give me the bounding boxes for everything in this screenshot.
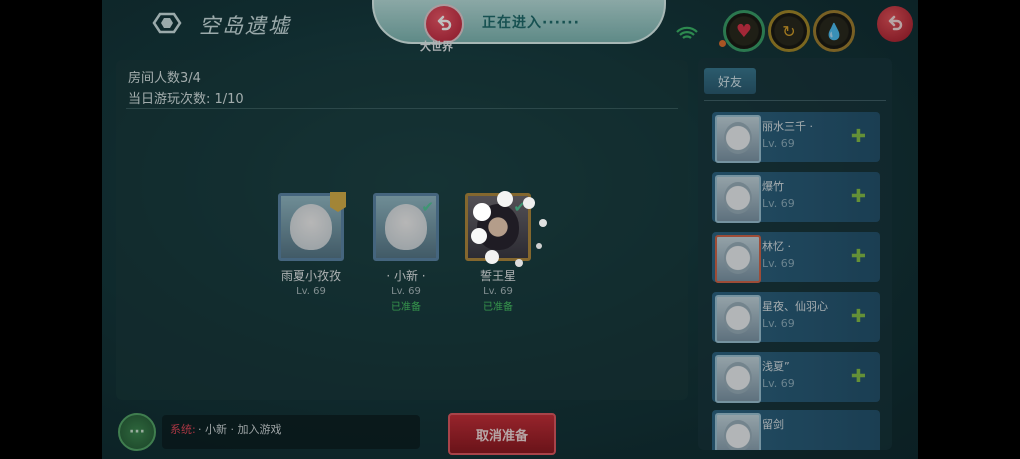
friend-avatar	[715, 235, 761, 283]
friend-level: Lv. 69	[762, 257, 795, 270]
chat-message-text: · 小新 · 加入游戏	[198, 423, 282, 436]
friend-name: 浅夏”	[762, 360, 790, 373]
room-panel: 房间人数3/4 当日游玩次数: 1/10 雨夏小孜孜 Lv. 69 ✔ · 小新…	[116, 60, 688, 400]
chat-message-box[interactable]: 系统: · 小新 · 加入游戏	[162, 415, 420, 449]
heart-icon: ♥	[735, 20, 753, 42]
daily-play-count: 当日游玩次数: 1/10	[128, 92, 244, 107]
avatar-image	[290, 204, 332, 250]
player-level: Lv. 69	[296, 286, 326, 297]
player-slot-3[interactable]: ✔ 誓王星 Lv. 69 已准备	[453, 193, 543, 313]
friend-item[interactable]: 丽水三千 · Lv. 69 ✚	[712, 112, 880, 163]
friend-avatar	[715, 413, 761, 450]
coin-icon: ↻	[782, 21, 796, 41]
friend-level: Lv. 69	[762, 197, 795, 210]
ready-status: 已准备	[483, 302, 513, 313]
friend-level: Lv. 69	[762, 317, 795, 330]
player-avatar: ✔	[465, 193, 531, 261]
invite-plus-icon[interactable]: ✚	[851, 188, 866, 206]
divider	[704, 100, 886, 101]
friend-avatar	[715, 115, 761, 163]
friend-name: 丽水三千 ·	[762, 120, 813, 133]
friend-panel: 好友 丽水三千 · Lv. 69 ✚ 爆竹 Lv. 69 ✚ 林忆 · Lv. …	[698, 58, 892, 450]
player-name: 雨夏小孜孜	[280, 269, 341, 283]
friend-level: Lv. 69	[762, 377, 795, 390]
friend-item[interactable]: 林忆 · Lv. 69 ✚	[712, 232, 880, 283]
player-name: 誓王星	[479, 269, 516, 283]
currency-indicator[interactable]: ↻	[768, 10, 810, 52]
friend-item[interactable]: 浅夏” Lv. 69 ✚	[712, 352, 880, 403]
invite-plus-icon[interactable]: ✚	[851, 128, 866, 146]
player-name: · 小新 ·	[386, 269, 426, 283]
friend-name: 留剑	[762, 418, 784, 431]
game-screen: 空岛遗墟 正在进入······ 大世界 ♥ ↻ 💧 房间人数3/4 当日游玩次数…	[102, 0, 918, 459]
status-banner: 正在进入······	[372, 0, 666, 44]
back-button[interactable]	[877, 6, 913, 42]
top-bar: 空岛遗墟 正在进入······ 大世界 ♥ ↻ 💧	[102, 0, 918, 53]
room-player-count: 房间人数3/4	[128, 71, 201, 86]
chat-button[interactable]: ···	[118, 413, 156, 451]
invite-plus-icon[interactable]: ✚	[851, 368, 866, 386]
check-icon: ✔	[421, 198, 434, 216]
friend-avatar	[715, 295, 761, 343]
divider	[126, 108, 678, 109]
player-level: Lv. 69	[483, 286, 513, 297]
friend-item[interactable]: 留剑	[712, 410, 880, 450]
player-avatar	[278, 192, 346, 261]
friend-item[interactable]: 星夜、仙羽心 Lv. 69 ✚	[712, 292, 880, 343]
page-title: 空岛遗墟	[199, 14, 291, 38]
friend-name: 林忆 ·	[762, 240, 791, 253]
friend-name: 星夜、仙羽心	[762, 300, 828, 313]
friend-avatar	[715, 175, 761, 223]
game-logo-icon	[152, 12, 182, 34]
back-arrow-icon	[888, 15, 903, 31]
check-icon: ✔	[513, 198, 526, 216]
player-level: Lv. 69	[391, 286, 421, 297]
friend-item[interactable]: 爆竹 Lv. 69 ✚	[712, 172, 880, 223]
notification-dot	[719, 40, 726, 47]
cancel-ready-button[interactable]: 取消准备	[448, 413, 556, 455]
player-avatar: ✔	[373, 193, 439, 261]
return-arrow-icon	[437, 15, 452, 31]
water-drop-icon: 💧	[824, 21, 844, 41]
signal-icon	[676, 26, 698, 39]
host-badge-icon	[330, 192, 346, 212]
tab-friends[interactable]: 好友	[704, 68, 756, 94]
system-tag: 系统:	[170, 423, 196, 436]
friend-avatar	[715, 355, 761, 403]
invite-plus-icon[interactable]: ✚	[851, 308, 866, 326]
player-slot-1[interactable]: 雨夏小孜孜 Lv. 69	[266, 192, 356, 297]
invite-plus-icon[interactable]: ✚	[851, 248, 866, 266]
world-button-label: 大世界	[420, 40, 453, 53]
health-indicator[interactable]: ♥	[723, 10, 765, 52]
friend-name: 爆竹	[762, 180, 784, 193]
energy-indicator[interactable]: 💧	[813, 10, 855, 52]
friend-level: Lv. 69	[762, 137, 795, 150]
banner-text: 正在进入······	[482, 15, 580, 31]
ready-status: 已准备	[391, 302, 421, 313]
player-slot-2[interactable]: ✔ · 小新 · Lv. 69 已准备	[361, 193, 451, 313]
